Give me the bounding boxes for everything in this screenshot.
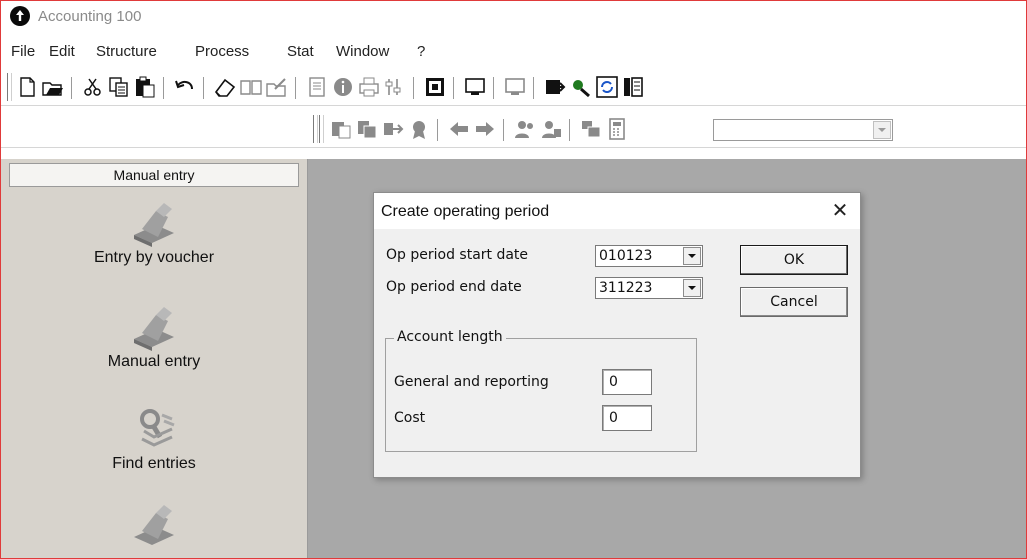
entry-icon — [134, 505, 174, 545]
dialog-title-bar: Create operating period ✕ — [374, 193, 860, 229]
sidebar-item-manual-entry[interactable]: Manual entry — [1, 305, 307, 371]
module-icon[interactable] — [423, 75, 447, 99]
toolbar-separator — [453, 77, 454, 99]
sidebar-item-find-entries[interactable]: Find entries — [1, 407, 307, 473]
end-date-value: 311223 — [599, 280, 653, 296]
ok-button[interactable]: OK — [740, 245, 848, 275]
copy-entry-icon[interactable] — [329, 117, 353, 141]
monitor-icon[interactable] — [463, 75, 487, 99]
toolbar-separator — [163, 77, 164, 99]
menu-bar: File Edit Structure Process Stat Window … — [1, 41, 1026, 65]
user-group-icon[interactable] — [539, 117, 563, 141]
cost-value: 0 — [609, 410, 618, 426]
calculator-icon[interactable] — [605, 117, 629, 141]
new-document-icon[interactable] — [15, 75, 39, 99]
transfer-icon[interactable] — [381, 117, 405, 141]
general-reporting-value: 0 — [609, 374, 618, 390]
cancel-button[interactable]: Cancel — [740, 287, 848, 317]
chevron-down-icon[interactable] — [683, 247, 701, 265]
toolbar-separator — [569, 119, 570, 141]
find-entries-icon — [140, 409, 175, 447]
create-operating-period-dialog: Create operating period ✕ Op period star… — [373, 192, 861, 478]
title-bar: Accounting 100 — [1, 1, 1026, 33]
duplicate-entry-icon[interactable] — [355, 117, 379, 141]
menu-stat[interactable]: Stat — [287, 43, 314, 60]
forward-arrow-icon[interactable] — [473, 117, 497, 141]
info-icon[interactable] — [331, 75, 355, 99]
cost-input[interactable]: 0 — [602, 405, 652, 431]
back-arrow-icon[interactable] — [447, 117, 471, 141]
toolbar-separator — [203, 77, 204, 99]
toolbar-grip[interactable] — [319, 115, 324, 143]
folder-edit-icon[interactable] — [265, 75, 289, 99]
toolbar-separator — [503, 119, 504, 141]
account-length-group: Account length General and reporting 0 C… — [385, 329, 697, 452]
refresh-icon[interactable] — [595, 75, 619, 99]
open-folder-icon[interactable] — [41, 75, 65, 99]
manual-entry-icon — [134, 307, 174, 351]
copy-icon[interactable] — [107, 75, 131, 99]
general-reporting-input[interactable]: 0 — [602, 369, 652, 395]
stack-icon[interactable] — [579, 117, 603, 141]
users-icon[interactable] — [513, 117, 537, 141]
app-logo-icon — [10, 6, 30, 26]
sidebar-item-label: Manual entry — [107, 353, 201, 370]
toolbar-separator — [493, 77, 494, 99]
settings-icon[interactable] — [383, 75, 407, 99]
entry-voucher-icon — [134, 203, 174, 247]
printer-icon[interactable] — [357, 75, 381, 99]
general-reporting-label: General and reporting — [394, 374, 549, 390]
toolbar-separator — [71, 77, 72, 99]
columns-icon[interactable] — [621, 75, 645, 99]
export-icon[interactable] — [543, 75, 567, 99]
sidebar-item-entry[interactable] — [1, 503, 307, 551]
toolbar-separator — [413, 77, 414, 99]
paste-icon[interactable] — [133, 75, 157, 99]
sidebar-item-entry-by-voucher[interactable]: Entry by voucher — [1, 201, 307, 267]
badge-icon[interactable] — [407, 117, 431, 141]
undo-icon[interactable] — [173, 75, 197, 99]
menu-process[interactable]: Process — [195, 43, 249, 60]
eraser-icon[interactable] — [213, 75, 237, 99]
sidebar-item-label: Find entries — [112, 455, 196, 472]
tools-icon[interactable] — [569, 75, 593, 99]
secondary-toolbar — [1, 111, 1026, 148]
cut-icon[interactable] — [81, 75, 105, 99]
toolbar-combo[interactable] — [713, 119, 893, 141]
toolbar-grip[interactable] — [7, 73, 12, 101]
app-window: Accounting 100 File Edit Structure Proce… — [0, 0, 1027, 559]
sidebar: Manual entry Entry by voucher Manual ent… — [1, 159, 308, 558]
dialog-title: Create operating period — [381, 203, 550, 220]
sidebar-item-label: Entry by voucher — [93, 249, 215, 266]
toolbar-separator — [533, 77, 534, 99]
menu-edit[interactable]: Edit — [49, 43, 75, 60]
sidebar-header[interactable]: Manual entry — [9, 163, 299, 187]
app-title: Accounting 100 — [38, 8, 142, 25]
monitor-disabled-icon[interactable] — [503, 75, 527, 99]
end-date-label: Op period end date — [386, 279, 522, 295]
toolbar-separator — [437, 119, 438, 141]
end-date-select[interactable]: 311223 — [595, 277, 703, 299]
chevron-down-icon[interactable] — [683, 279, 701, 297]
start-date-select[interactable]: 010123 — [595, 245, 703, 267]
group-title: Account length — [394, 329, 506, 345]
toolbar-grip[interactable] — [313, 115, 318, 143]
main-toolbar — [1, 69, 1026, 106]
start-date-value: 010123 — [599, 248, 653, 264]
menu-file[interactable]: File — [11, 43, 35, 60]
chevron-down-icon[interactable] — [873, 121, 891, 139]
menu-structure[interactable]: Structure — [96, 43, 157, 60]
cost-label: Cost — [394, 410, 426, 426]
page-icon[interactable] — [305, 75, 329, 99]
book-icon[interactable] — [239, 75, 263, 99]
menu-window[interactable]: Window — [336, 43, 389, 60]
toolbar-separator — [295, 77, 296, 99]
close-icon[interactable]: ✕ — [828, 199, 852, 223]
menu-help[interactable]: ? — [417, 43, 425, 60]
start-date-label: Op period start date — [386, 247, 529, 263]
